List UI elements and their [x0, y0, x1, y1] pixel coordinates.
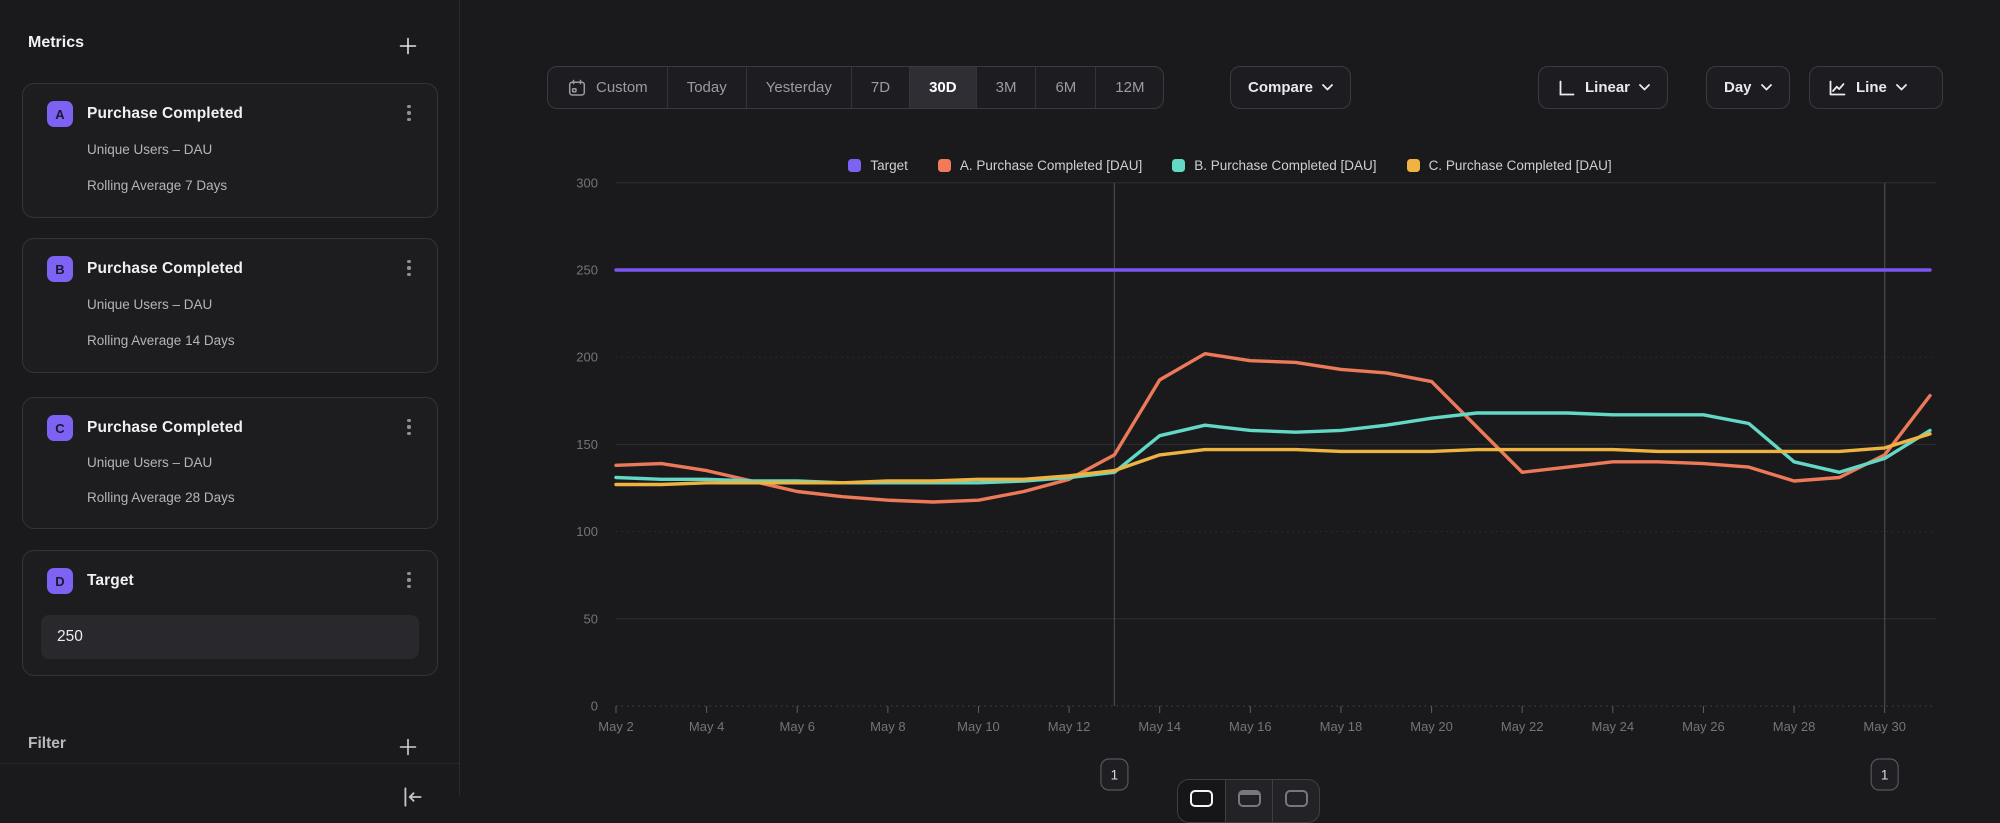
y-axis-label-150: 150 [576, 437, 598, 452]
y-axis-label-50: 50 [584, 611, 598, 626]
detail-panel-icon [1285, 790, 1308, 807]
metric-card-a[interactable]: A Purchase Completed Unique Users – DAU … [22, 83, 438, 218]
metric-badge-a: A [47, 101, 73, 127]
x-axis-label: May 12 [1048, 719, 1091, 734]
metric-card-b[interactable]: B Purchase Completed Unique Users – DAU … [22, 238, 438, 373]
series-line-c[interactable] [616, 434, 1930, 485]
x-axis-label: May 28 [1773, 719, 1816, 734]
metric-badge-d: D [47, 568, 73, 594]
add-filter-button[interactable] [398, 737, 418, 757]
chart-svg[interactable]: 0 50 100 150 200 250 300 May 2 May 4 May 6 May 8 Ma… [460, 0, 2000, 796]
target-menu-button[interactable] [401, 569, 417, 591]
metric-badge-b: B [47, 256, 73, 282]
annotation-chip-label: 1 [1881, 768, 1889, 783]
target-value-input[interactable] [41, 615, 419, 659]
metric-rolling-average: Rolling Average 14 Days [87, 333, 235, 348]
y-axis-label-250: 250 [576, 263, 598, 278]
add-metric-button[interactable] [398, 36, 418, 56]
plus-icon [398, 737, 418, 757]
metric-card-c[interactable]: C Purchase Completed Unique Users – DAU … [22, 397, 438, 529]
metric-rolling-average: Rolling Average 7 Days [87, 178, 227, 193]
metric-title: Purchase Completed [87, 260, 243, 278]
x-axis-label: May 2 [598, 719, 633, 734]
target-title: Target [87, 572, 134, 590]
y-axis-label-300: 300 [576, 175, 598, 190]
chart-panel-icon [1190, 790, 1213, 807]
x-axis-label: May 10 [957, 719, 1000, 734]
table-panel-icon [1238, 790, 1261, 807]
x-axis-label: May 16 [1229, 719, 1272, 734]
plus-icon [398, 36, 418, 56]
metric-menu-button[interactable] [401, 257, 417, 279]
metric-menu-button[interactable] [401, 416, 417, 438]
view-toggle-detail[interactable] [1272, 780, 1319, 822]
x-axis-label: May 6 [780, 719, 815, 734]
y-axis-label-0: 0 [591, 699, 598, 714]
metric-rolling-average: Rolling Average 28 Days [87, 490, 235, 505]
target-card[interactable]: D Target [22, 550, 438, 676]
collapse-left-icon [400, 784, 426, 810]
x-axis-label: May 26 [1682, 719, 1725, 734]
x-axis-label: May 30 [1863, 719, 1906, 734]
x-axis-label: May 18 [1320, 719, 1363, 734]
sidebar-divider [0, 763, 459, 764]
metrics-sidebar: Metrics A Purchase Completed Unique User… [0, 0, 460, 796]
series-line-a[interactable] [616, 354, 1930, 502]
filter-section-label: Filter [28, 735, 66, 753]
collapse-sidebar-button[interactable] [400, 784, 426, 810]
x-axis-label: May 22 [1501, 719, 1544, 734]
x-axis-label: May 14 [1138, 719, 1181, 734]
view-toggle-table[interactable] [1225, 780, 1272, 822]
metric-measure: Unique Users – DAU [87, 142, 212, 157]
chart-view-toggle [1177, 779, 1320, 823]
metric-measure: Unique Users – DAU [87, 455, 212, 470]
y-axis-label-200: 200 [576, 350, 598, 365]
metric-title: Purchase Completed [87, 419, 243, 437]
x-axis-label: May 20 [1410, 719, 1453, 734]
metric-menu-button[interactable] [401, 102, 417, 124]
sidebar-title: Metrics [28, 34, 84, 52]
view-toggle-chart[interactable] [1178, 780, 1225, 822]
annotation-chip-label: 1 [1111, 768, 1119, 783]
y-axis-label-100: 100 [576, 524, 598, 539]
x-axis-label: May 8 [870, 719, 905, 734]
x-axis-label: May 24 [1591, 719, 1634, 734]
metric-measure: Unique Users – DAU [87, 297, 212, 312]
metric-badge-c: C [47, 415, 73, 441]
x-axis-label: May 4 [689, 719, 724, 734]
metric-title: Purchase Completed [87, 105, 243, 123]
